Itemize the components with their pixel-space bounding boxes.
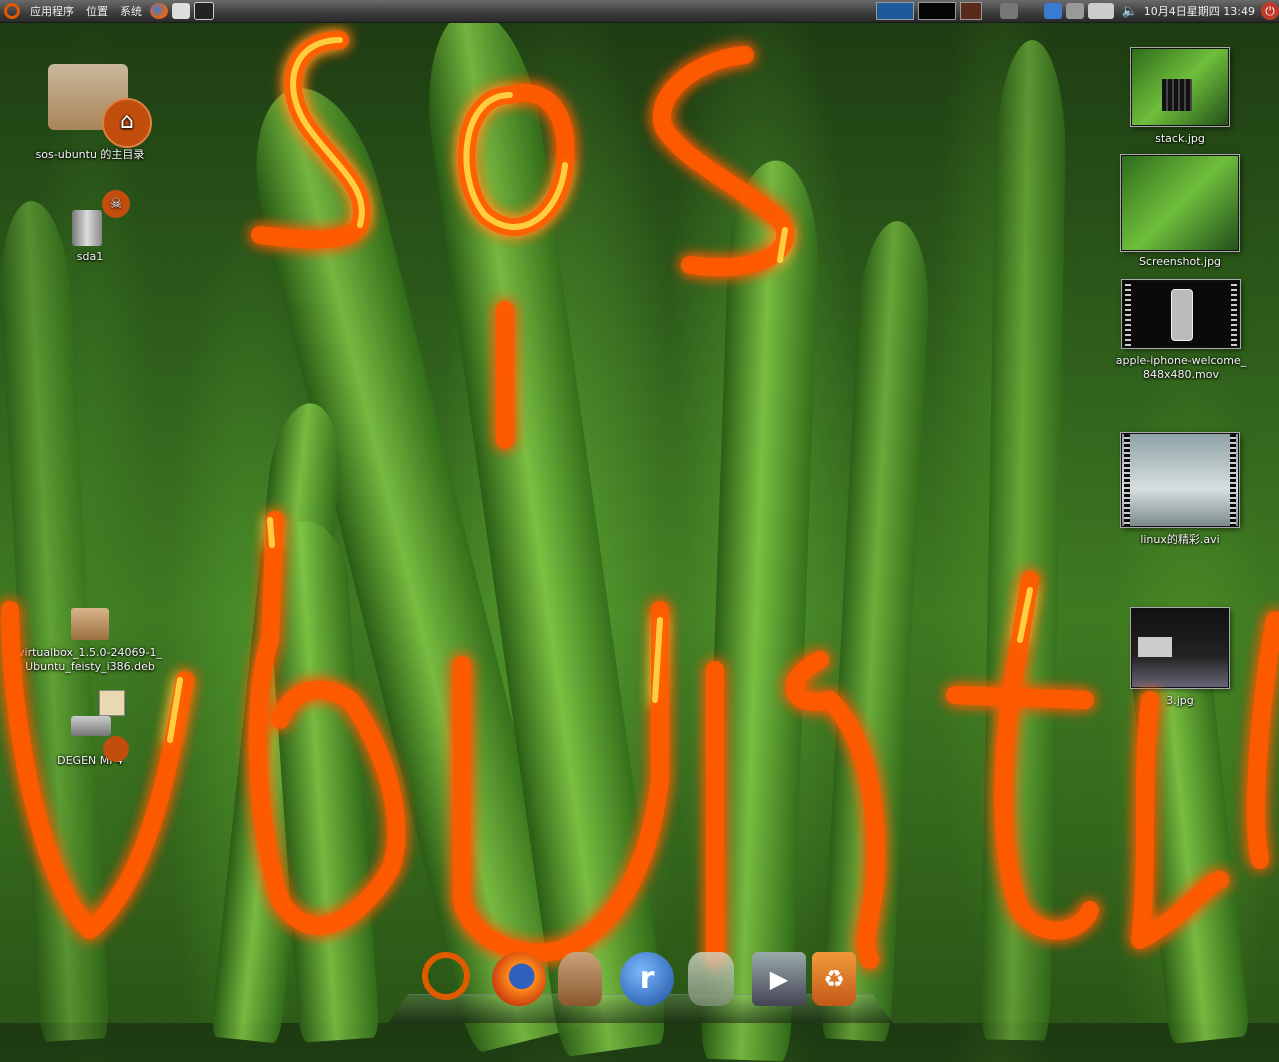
clock[interactable]: 10月4日星期四 13:49 [1144,3,1255,19]
network-icon[interactable] [999,3,1018,19]
iphone-mov-label-line2: 848x480.mov [1143,368,1219,381]
top-panel: 应用程序 位置 系统 🔈 10月4日星期四 13:49 ⏻ [0,0,1279,23]
linux-avi-label: linux的精彩.avi [1140,533,1220,546]
iphone-video-thumbnail [1122,280,1240,348]
firefox-launcher-icon[interactable] [150,3,168,19]
volume-icon[interactable]: 🔈 [1122,4,1138,19]
sda1-drive[interactable]: ☠ sda1 [50,190,130,264]
keyboard-icon[interactable] [1087,3,1114,19]
linux-video-thumbnail [1121,433,1239,527]
3-jpg-file[interactable]: 3.jpg [1120,608,1240,708]
3-jpg-label: 3.jpg [1166,694,1194,707]
ubuntu-logo-icon[interactable] [4,3,20,19]
degen-mp4-device[interactable]: DEGEN MP4 [48,690,132,768]
applications-menu[interactable]: 应用程序 [24,3,80,19]
workspace-2[interactable] [917,2,956,20]
system-tray: 🔈 10月4日星期四 13:49 ⏻ [875,0,1279,22]
media-player-icon[interactable]: ▶ [752,952,806,1006]
3-jpg-thumbnail [1131,608,1229,688]
rabbit-icon[interactable] [558,952,602,1006]
places-menu[interactable]: 位置 [80,3,114,19]
screenshot-jpg-label: Screenshot.jpg [1138,255,1222,268]
dock: r ▶ ♻ [388,946,893,1023]
workspace-1[interactable] [875,2,914,20]
home-folder-label: sos-ubuntu 的主目录 [35,148,145,161]
virtualbox-deb-file[interactable]: virtualbox_1.5.0-24069-1_ Ubuntu_feisty_… [18,608,162,674]
linux-avi-file[interactable]: linux的精彩.avi [1115,433,1245,547]
usb-device-icon [55,690,129,762]
virtualbox-label-line1: virtualbox_1.5.0-24069-1_ [18,646,162,659]
iphone-mov-file[interactable]: apple-iphone-welcome_ 848x480.mov [1112,280,1250,382]
workspace-3[interactable] [959,2,982,20]
mail-launcher-icon[interactable] [172,3,190,19]
stack-jpg-file[interactable]: stack.jpg [1120,48,1240,146]
system-menu[interactable]: 系统 [114,3,148,19]
trash-icon[interactable]: ♻ [812,952,856,1006]
sda1-label: sda1 [76,250,104,263]
home-folder[interactable]: ⌂ sos-ubuntu 的主目录 [28,58,152,162]
screenshot-thumbnail [1121,155,1239,251]
package-icon [71,608,109,640]
stack-jpg-label: stack.jpg [1155,132,1205,145]
iphone-mov-label-line1: apple-iphone-welcome_ [1115,354,1247,367]
screenshot-jpg-file[interactable]: Screenshot.jpg [1115,155,1245,269]
realplayer-icon[interactable]: r [620,952,674,1006]
stack-thumbnail [1131,48,1229,126]
pidgin-icon[interactable] [688,952,734,1006]
firefox-icon[interactable] [492,952,546,1006]
drive-icon: ☠ [58,190,130,250]
notification-icon[interactable] [1043,3,1062,19]
monitor-icon[interactable] [1065,3,1084,19]
virtualbox-label-line2: Ubuntu_feisty_i386.deb [25,660,155,673]
power-icon[interactable]: ⏻ [1261,2,1279,20]
terminal-launcher-icon[interactable] [194,2,214,20]
home-folder-icon: ⌂ [40,58,152,148]
ubuntu-icon[interactable] [422,952,470,1000]
